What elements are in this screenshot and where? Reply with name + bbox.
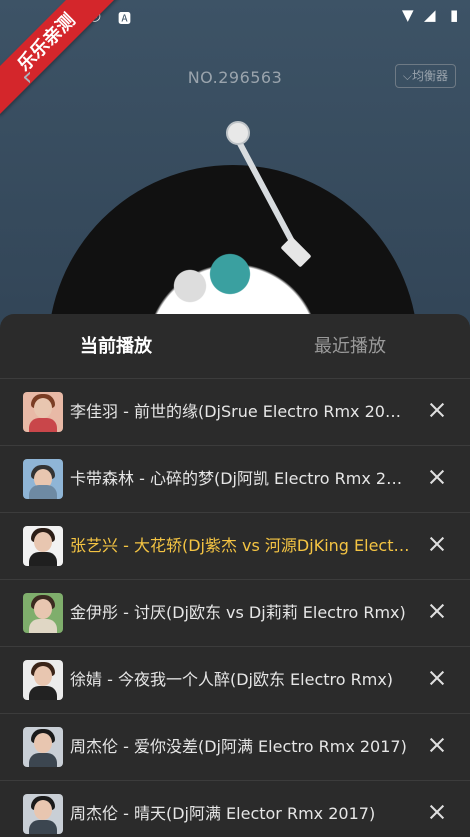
album-thumbnail	[23, 794, 63, 834]
chevron-down-icon: ⌵	[402, 69, 412, 83]
player-header: ‹ NO.296563 ⌵均衡器	[0, 58, 470, 98]
tonearm-pivot	[226, 121, 250, 145]
playlist-item[interactable]: 卡带森林 - 心碎的梦(Dj阿凯 Electro Rmx 2017)	[0, 446, 470, 513]
tab-recent-played[interactable]: 最近播放	[314, 336, 386, 358]
playlist-item[interactable]: 周杰伦 - 爱你没差(Dj阿满 Electro Rmx 2017)	[0, 714, 470, 781]
playlist-sheet: 当前播放 最近播放 李佳羽 - 前世的缘(DjSrue Electro Rmx …	[0, 314, 470, 837]
song-title: 卡带森林 - 心碎的梦(Dj阿凯 Electro Rmx 2017)	[70, 469, 410, 488]
song-title: 李佳羽 - 前世的缘(DjSrue Electro Rmx 2017)	[70, 402, 410, 421]
close-icon[interactable]	[428, 669, 446, 687]
album-thumbnail	[23, 660, 63, 700]
album-thumbnail	[23, 727, 63, 767]
playlist-tabs: 当前播放 最近播放	[0, 314, 470, 379]
playlist-item[interactable]: 周杰伦 - 晴天(Dj阿满 Elector Rmx 2017)	[0, 781, 470, 837]
song-title: 周杰伦 - 晴天(Dj阿满 Elector Rmx 2017)	[70, 804, 376, 823]
playlist-item[interactable]: 徐婧 - 今夜我一个人醉(Dj欧东 Electro Rmx)	[0, 647, 470, 714]
signal-icon: ◢	[424, 6, 436, 24]
font-icon: 🅰	[118, 12, 132, 27]
playlist-item[interactable]: 张艺兴 - 大花轿(Dj紫杰 vs 河源DjKing Electro Rmx)	[0, 513, 470, 580]
close-icon[interactable]	[428, 803, 446, 821]
close-icon[interactable]	[428, 736, 446, 754]
album-thumbnail	[23, 459, 63, 499]
album-cover	[160, 250, 260, 310]
playlist: 李佳羽 - 前世的缘(DjSrue Electro Rmx 2017) 卡带森林…	[0, 379, 470, 837]
album-thumbnail	[23, 392, 63, 432]
playlist-item[interactable]: 李佳羽 - 前世的缘(DjSrue Electro Rmx 2017)	[0, 379, 470, 446]
close-icon[interactable]	[428, 602, 446, 620]
equalizer-button[interactable]: ⌵均衡器	[394, 64, 456, 88]
album-thumbnail	[23, 593, 63, 633]
song-title: 周杰伦 - 爱你没差(Dj阿满 Electro Rmx 2017)	[70, 737, 407, 756]
song-title: 张艺兴 - 大花轿(Dj紫杰 vs 河源DjKing Electro Rmx)	[70, 536, 410, 555]
wifi-icon: ▼	[402, 6, 414, 24]
battery-icon: ▮	[450, 6, 459, 24]
song-title: 金伊彤 - 讨厌(Dj欧东 vs Dj莉莉 Electro Rmx)	[70, 603, 406, 622]
album-thumbnail	[23, 526, 63, 566]
close-icon[interactable]	[428, 401, 446, 419]
playlist-item[interactable]: 金伊彤 - 讨厌(Dj欧东 vs Dj莉莉 Electro Rmx)	[0, 580, 470, 647]
equalizer-label: 均衡器	[411, 69, 448, 83]
close-icon[interactable]	[428, 468, 446, 486]
song-title: 徐婧 - 今夜我一个人醉(Dj欧东 Electro Rmx)	[70, 670, 394, 689]
close-icon[interactable]	[428, 535, 446, 553]
tab-current-playing[interactable]: 当前播放	[80, 336, 152, 358]
